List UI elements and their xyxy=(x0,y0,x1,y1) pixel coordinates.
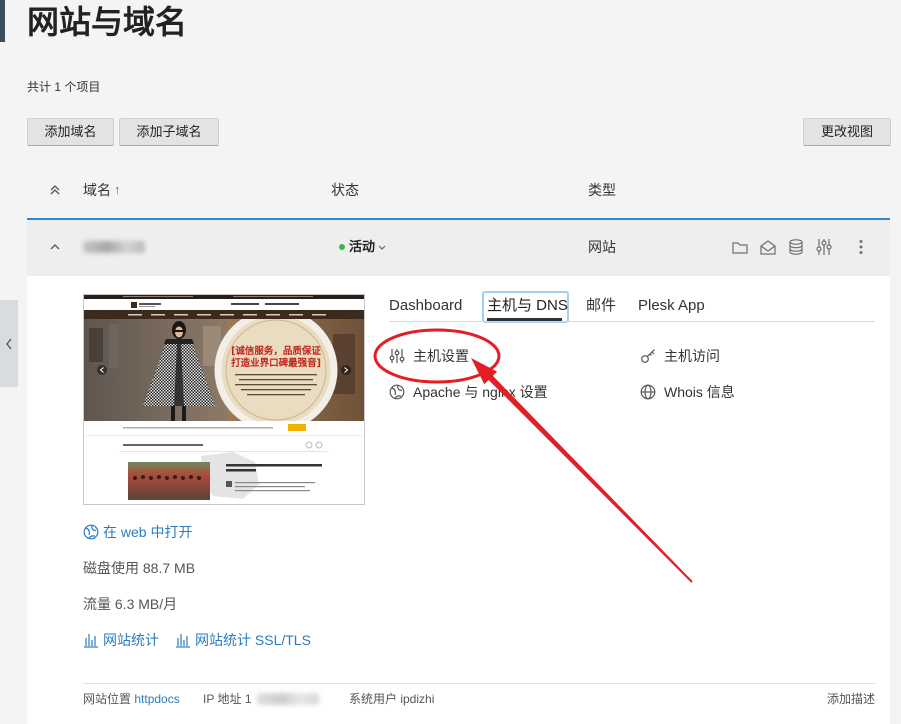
sidebar-toggle[interactable] xyxy=(0,300,18,387)
sliders-icon[interactable] xyxy=(389,348,405,364)
page-title: 网站与域名 xyxy=(27,4,188,40)
ip-address: IP 地址 1 xyxy=(203,691,252,707)
ip-address-redacted xyxy=(257,693,319,705)
main-nav-edge xyxy=(0,0,5,42)
collapse-all-icon[interactable] xyxy=(49,184,61,196)
disk-usage: 磁盘使用 88.7 MB xyxy=(83,560,196,576)
open-envelope-icon[interactable] xyxy=(759,238,777,256)
hosting-access-link[interactable]: 主机访问 xyxy=(664,347,720,365)
thumb-nav xyxy=(83,310,365,319)
footer-divider xyxy=(83,683,875,684)
site-location-label: 网站位置 xyxy=(83,692,132,706)
tabs-baseline xyxy=(389,321,875,322)
change-view-button[interactable]: 更改视图 xyxy=(803,118,891,146)
key-icon[interactable] xyxy=(640,348,656,364)
open-in-web-link[interactable]: 在 web 中打开 xyxy=(103,523,192,541)
row-type: 网站 xyxy=(588,239,616,255)
status-label[interactable]: 活动 xyxy=(349,238,375,256)
domain-name-redacted[interactable] xyxy=(83,241,145,253)
ip-label: IP 地址 xyxy=(203,692,242,706)
kebab-menu-icon[interactable] xyxy=(852,238,870,256)
apache-globe-icon[interactable] xyxy=(389,384,405,400)
site-location: 网站位置 httpdocs xyxy=(83,691,180,707)
status-active-dot xyxy=(339,244,345,250)
httpdocs-link[interactable]: httpdocs xyxy=(134,692,179,706)
chevron-left-icon xyxy=(6,338,12,349)
site-thumbnail[interactable]: [诚信服务，品质保证 打造业界口碑最强音] xyxy=(83,294,365,505)
tab-dashboard[interactable]: Dashboard xyxy=(389,296,462,316)
bar-stats-icon[interactable] xyxy=(83,632,99,648)
web-statistics-ssl-link[interactable]: 网站统计 SSL/TLS xyxy=(195,631,311,649)
bar-stats-icon[interactable] xyxy=(175,632,191,648)
sort-ascending-indicator[interactable]: ↑ xyxy=(114,181,121,199)
thumb-banner: [诚信服务，品质保证 打造业界口碑最强音] xyxy=(83,319,365,421)
tab-hosting-dns[interactable]: 主机与 DNS xyxy=(487,296,568,316)
thumb-badge-ring xyxy=(214,319,338,421)
column-header-domain[interactable]: 域名 xyxy=(83,181,111,199)
chevron-down-icon[interactable] xyxy=(378,245,386,251)
column-header-type[interactable]: 类型 xyxy=(588,181,616,199)
column-header-status[interactable]: 状态 xyxy=(331,181,359,199)
thumb-badge-line-1: [诚信服务，品质保证 xyxy=(231,345,321,357)
active-tab-underline xyxy=(487,318,562,321)
apache-nginx-settings-link[interactable]: Apache 与 nginx 设置 xyxy=(413,383,548,401)
add-subdomain-button[interactable]: 添加子域名 xyxy=(119,118,219,146)
web-statistics-link[interactable]: 网站统计 xyxy=(103,631,159,649)
tab-plesk-app[interactable]: Plesk App xyxy=(638,296,705,316)
thumb-badge-line-2: 打造业界口碑最强音] xyxy=(231,357,321,369)
add-domain-button[interactable]: 添加域名 xyxy=(27,118,114,146)
database-icon[interactable] xyxy=(787,238,805,256)
hosting-settings-link[interactable]: 主机设置 xyxy=(413,347,469,365)
ip-value: 1 xyxy=(244,692,252,706)
item-count: 共计 1 个项目 xyxy=(27,80,101,94)
traffic-usage: 流量 6.3 MB/月 xyxy=(83,596,178,612)
tab-mail[interactable]: 邮件 xyxy=(586,296,616,316)
add-description-link[interactable]: 添加描述 xyxy=(827,691,875,707)
folder-icon[interactable] xyxy=(731,238,749,256)
open-in-web-globe-icon[interactable] xyxy=(83,524,99,540)
whois-info-link[interactable]: Whois 信息 xyxy=(664,383,735,401)
sliders-icon[interactable] xyxy=(815,238,833,256)
system-user: 系统用户 ipdizhi xyxy=(349,692,435,706)
globe-icon[interactable] xyxy=(640,384,656,400)
chevron-up-icon[interactable] xyxy=(49,241,61,253)
